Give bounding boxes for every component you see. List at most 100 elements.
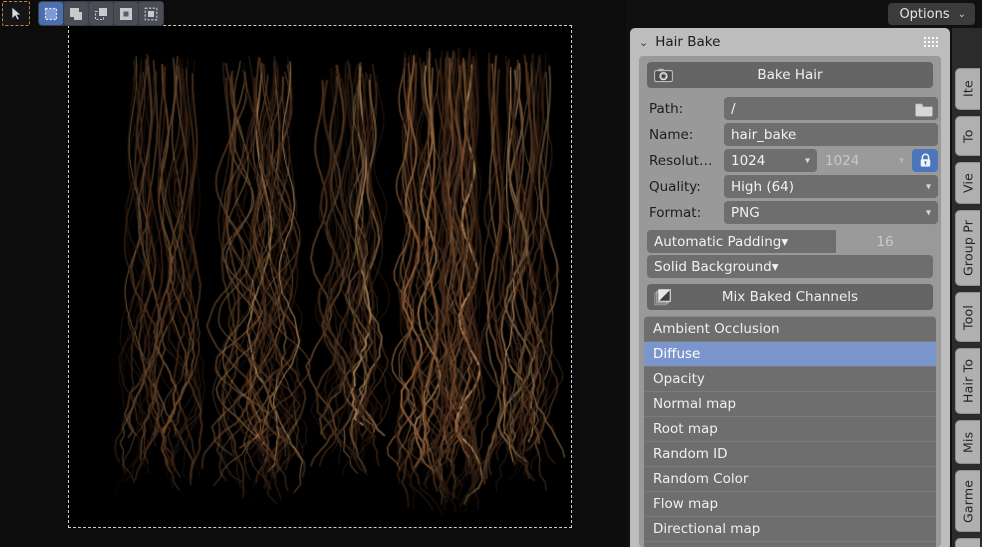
select-invert-icon xyxy=(120,7,132,20)
sidebar-tab-label: Mis xyxy=(960,431,976,453)
hair-render-preview xyxy=(69,26,571,527)
channel-label: Root map xyxy=(653,421,718,437)
channel-list-item[interactable]: Diffuse xyxy=(644,342,936,367)
path-value: / xyxy=(731,100,736,117)
channel-label: Directional map xyxy=(653,521,761,537)
sidebar-tab-tool[interactable]: Tool xyxy=(955,292,980,342)
channel-label: Random Color xyxy=(653,471,749,487)
path-row: Path: / xyxy=(642,96,938,121)
sidebar-tab-group-pr[interactable]: Group Pr xyxy=(955,210,980,286)
panel-header[interactable]: ⌄ Hair Bake xyxy=(630,28,950,56)
padding-amount-field: 16 xyxy=(837,230,933,253)
viewport-toolbar xyxy=(0,0,626,27)
resolution-x-value: 1024 xyxy=(731,152,766,169)
panel-title: Hair Bake xyxy=(655,34,721,50)
padding-mode-value: Automatic Padding xyxy=(654,233,782,250)
folder-icon[interactable] xyxy=(914,100,934,117)
padding-row: Automatic Padding ▾ 16 xyxy=(647,229,933,254)
channel-list-item[interactable]: Flow map xyxy=(644,492,936,517)
sidebar-tab-mis[interactable]: Mis xyxy=(955,420,980,464)
name-value: hair_bake xyxy=(731,126,797,143)
channel-list-item[interactable]: Directional map xyxy=(644,517,936,542)
resolution-row: Resolut… 1024 ▾ 1024 ▾ xyxy=(642,148,938,173)
channel-list-item[interactable]: Normal map xyxy=(644,392,936,417)
sidebar-tab-garme[interactable]: Garme xyxy=(955,470,980,532)
quality-label: Quality: xyxy=(649,178,701,195)
resolution-label: Resolut… xyxy=(649,152,713,169)
sidebar-tab-hair-to[interactable]: Hair To xyxy=(955,348,980,414)
select-mode-set-button[interactable] xyxy=(39,2,63,25)
format-row: Format: PNG ▾ xyxy=(642,200,938,225)
channel-label: Normal map xyxy=(653,396,737,412)
channel-label: Random ID xyxy=(653,446,728,462)
path-label: Path: xyxy=(649,100,684,117)
chevron-down-icon: ▾ xyxy=(925,207,931,218)
sidebar-tab-label: Ite xyxy=(960,80,976,98)
path-input[interactable]: / xyxy=(724,97,938,120)
bake-hair-button[interactable]: Bake Hair xyxy=(647,62,933,88)
select-mode-subtract-button[interactable] xyxy=(89,2,113,25)
name-input[interactable]: hair_bake xyxy=(724,123,938,146)
camera-icon xyxy=(653,66,673,84)
sidebar-tab-label: Tool xyxy=(960,304,976,330)
mix-baked-channels-button[interactable]: Mix Baked Channels xyxy=(647,284,933,310)
resolution-y-select: 1024 ▾ xyxy=(818,149,911,172)
sidebar-tab-label: Garme xyxy=(960,479,976,523)
channel-list-item[interactable]: Root map xyxy=(644,417,936,442)
drag-grip-icon[interactable] xyxy=(924,37,940,47)
sidebar-tab-label: Hair To xyxy=(960,358,976,404)
chevron-down-icon: ▾ xyxy=(771,258,779,275)
channel-list-item[interactable]: Random Color xyxy=(644,467,936,492)
select-subtract-icon xyxy=(94,7,107,20)
layers-mix-icon xyxy=(653,288,673,306)
select-extend-icon xyxy=(70,7,82,20)
channel-list-item[interactable]: Opacity xyxy=(644,367,936,392)
sidebar-tab-ite[interactable]: Ite xyxy=(955,68,980,110)
select-mode-intersect-button[interactable] xyxy=(139,2,163,25)
chevron-down-icon: ▾ xyxy=(804,155,810,166)
channel-list-item[interactable]: Depth map xyxy=(644,542,936,547)
background-mode-value: Solid Background xyxy=(654,258,772,275)
format-value: PNG xyxy=(731,204,760,221)
chevron-down-icon: ▾ xyxy=(898,155,904,166)
select-mode-extend-button[interactable] xyxy=(64,2,88,25)
resolution-lock-toggle[interactable] xyxy=(912,149,938,172)
channel-label: Ambient Occlusion xyxy=(653,321,780,337)
select-set-icon xyxy=(44,7,58,20)
panel-body: Bake Hair Path: / Name: hair_bake Resolu… xyxy=(639,56,941,547)
3d-viewport[interactable] xyxy=(0,0,626,547)
sidebar-tab-label: Vie xyxy=(960,172,976,194)
select-intersect-icon xyxy=(144,7,158,20)
sidebar-tab-strip: Ite To Vie Group Pr Tool Hair To Mis Garme st Ke xyxy=(952,28,982,547)
chevron-down-icon: ⌄ xyxy=(639,35,649,49)
channel-list-item[interactable]: Random ID xyxy=(644,442,936,467)
format-select[interactable]: PNG ▾ xyxy=(724,201,938,224)
lock-icon xyxy=(920,153,930,167)
cursor-select-tool[interactable] xyxy=(2,1,30,26)
chevron-down-icon: ▾ xyxy=(925,181,931,192)
options-button[interactable]: Options ⌄ xyxy=(888,3,975,25)
quality-value: High (64) xyxy=(731,178,795,195)
quality-select[interactable]: High (64) ▾ xyxy=(724,175,938,198)
render-region-border xyxy=(68,25,572,528)
sidebar-tab-vie[interactable]: Vie xyxy=(955,162,980,204)
background-mode-select[interactable]: Solid Background ▾ xyxy=(647,255,933,278)
padding-mode-select[interactable]: Automatic Padding ▾ xyxy=(647,230,836,253)
resolution-y-value: 1024 xyxy=(825,152,860,169)
channel-label: Opacity xyxy=(653,371,705,387)
bake-hair-label: Bake Hair xyxy=(757,67,823,83)
sidebar-tab-label: To xyxy=(960,129,976,143)
options-label: Options xyxy=(899,6,950,22)
select-mode-invert-button[interactable] xyxy=(114,2,138,25)
sidebar-tab-to[interactable]: To xyxy=(955,116,980,156)
channel-label: Diffuse xyxy=(653,346,701,362)
baked-channel-list[interactable]: Ambient Occlusion Diffuse Opacity Normal ma… xyxy=(644,316,936,547)
mix-baked-channels-label: Mix Baked Channels xyxy=(721,289,859,305)
sidebar-tab-label: Group Pr xyxy=(960,219,976,277)
channel-list-item[interactable]: Ambient Occlusion xyxy=(644,317,936,342)
resolution-x-select[interactable]: 1024 ▾ xyxy=(724,149,817,172)
select-mode-group xyxy=(38,1,164,26)
sidebar-tab-st-ke[interactable]: st Ke xyxy=(955,538,980,547)
channel-label: Flow map xyxy=(653,496,719,512)
chevron-down-icon: ⌄ xyxy=(957,8,966,20)
